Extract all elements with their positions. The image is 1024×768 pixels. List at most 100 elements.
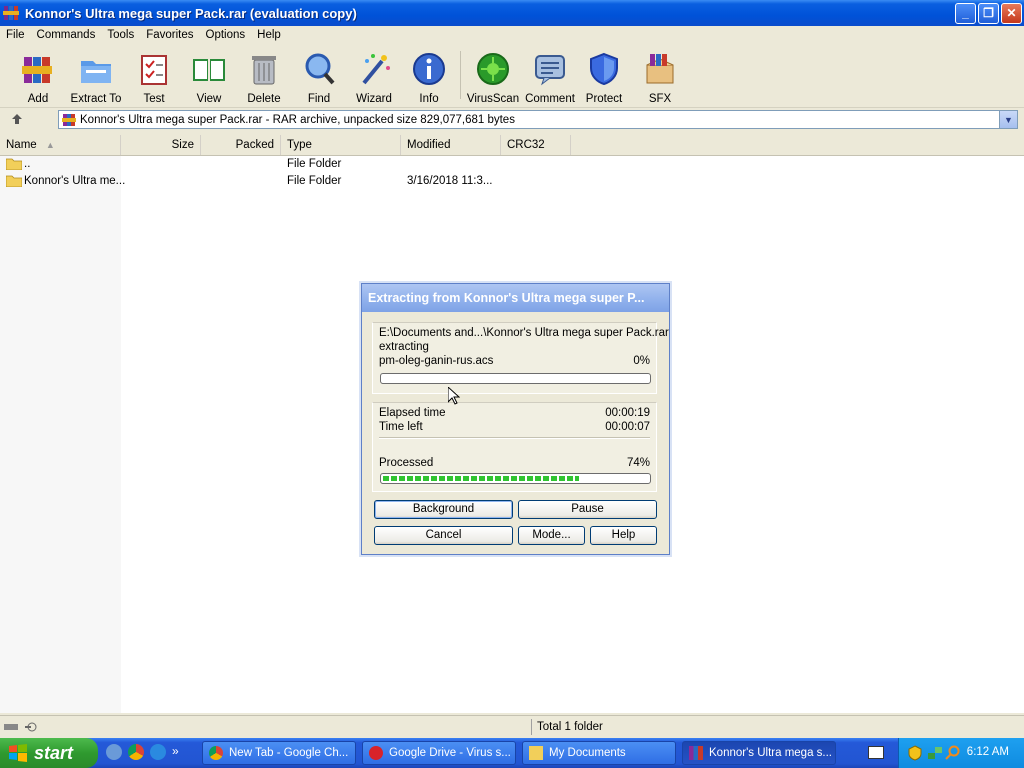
extract-to-button[interactable]: Extract To xyxy=(67,49,125,105)
delete-button[interactable]: Delete xyxy=(235,49,293,105)
chevron-down-icon: ▼ xyxy=(1004,114,1013,125)
elapsed-label: Elapsed time xyxy=(379,407,446,419)
find-button[interactable]: Find xyxy=(290,49,348,105)
delete-label: Delete xyxy=(247,93,281,105)
window-title: Konnor's Ultra mega super Pack.rar (eval… xyxy=(25,5,357,21)
path-dropdown-button[interactable]: ▼ xyxy=(999,111,1017,128)
show-desktop-icon[interactable] xyxy=(106,744,122,760)
minimize-button[interactable]: _ xyxy=(955,2,976,24)
shield-icon xyxy=(590,52,618,86)
cancel-button[interactable]: Cancel xyxy=(374,526,513,545)
column-header-row: Name ▲ Size Packed Type Modified CRC32 xyxy=(0,135,1024,156)
file-percent: 0% xyxy=(633,355,650,367)
book-view-icon xyxy=(193,59,225,81)
background-button[interactable]: Background xyxy=(374,500,513,519)
start-label: start xyxy=(34,742,74,763)
file-row[interactable]: .. File Folder xyxy=(0,156,600,173)
test-button[interactable]: Test xyxy=(125,49,183,105)
menu-options[interactable]: Options xyxy=(200,29,252,41)
virusscan-button[interactable]: VirusScan xyxy=(464,49,522,105)
menu-file[interactable]: File xyxy=(0,29,31,41)
keyboard-icon[interactable] xyxy=(868,746,884,759)
virusscan-label: VirusScan xyxy=(466,93,520,105)
security-shield-icon[interactable] xyxy=(907,745,923,761)
column-packed[interactable]: Packed xyxy=(201,135,281,155)
up-one-level-button[interactable] xyxy=(10,112,34,130)
sfx-button[interactable]: SFX xyxy=(631,49,689,105)
network-icon[interactable] xyxy=(927,745,943,761)
add-label: Add xyxy=(27,93,49,105)
archive-path-text: Konnor's Ultra mega super Pack.rar - RAR… xyxy=(80,113,515,126)
address-bar: Konnor's Ultra mega super Pack.rar - RAR… xyxy=(0,108,1024,133)
help-button[interactable]: Help xyxy=(590,526,657,545)
start-button[interactable]: start xyxy=(0,738,98,768)
current-file-line: pm-oleg-ganin-rus.acs 0% xyxy=(379,355,650,367)
task-opera[interactable]: Google Drive - Virus s... xyxy=(362,741,516,765)
column-crc32[interactable]: CRC32 xyxy=(501,135,571,155)
column-name[interactable]: Name ▲ xyxy=(0,135,121,155)
sort-ascending-icon: ▲ xyxy=(45,140,55,150)
clock: 6:12 AM xyxy=(966,746,1009,758)
column-type[interactable]: Type xyxy=(281,135,401,155)
add-button[interactable]: Add xyxy=(9,49,67,105)
protect-label: Protect xyxy=(585,93,623,105)
sfx-box-icon xyxy=(646,54,674,84)
file-row[interactable]: Konnor's Ultra me... File Folder 3/16/20… xyxy=(0,173,600,190)
mode-button[interactable]: Mode... xyxy=(518,526,585,545)
elapsed-value: 00:00:19 xyxy=(605,407,650,419)
maximize-button[interactable]: ❐ xyxy=(978,2,999,24)
wizard-button[interactable]: Wizard xyxy=(345,49,403,105)
time-left-line: Time left 00:00:07 xyxy=(379,421,650,433)
file-modified: 3/16/2018 11:3... xyxy=(407,175,493,187)
rar-archive-icon xyxy=(62,113,76,126)
task-label: New Tab - Google Ch... xyxy=(229,747,349,759)
archive-path-combobox[interactable]: Konnor's Ultra mega super Pack.rar - RAR… xyxy=(58,110,1018,129)
menu-tools[interactable]: Tools xyxy=(101,29,140,41)
task-my-documents[interactable]: My Documents xyxy=(522,741,676,765)
window-title-bar: Konnor's Ultra mega super Pack.rar (eval… xyxy=(0,0,1024,26)
task-label: Konnor's Ultra mega s... xyxy=(709,747,832,759)
protect-button[interactable]: Protect xyxy=(575,49,633,105)
file-type: File Folder xyxy=(287,158,342,170)
column-size[interactable]: Size xyxy=(121,135,201,155)
file-type: File Folder xyxy=(287,175,342,187)
pause-button[interactable]: Pause xyxy=(518,500,657,519)
time-left-value: 00:00:07 xyxy=(605,421,650,433)
panel-separator xyxy=(379,437,650,439)
trash-can-icon xyxy=(252,56,276,85)
windows-flag-icon xyxy=(9,744,27,762)
processed-progress-fill xyxy=(383,476,579,481)
chrome-icon[interactable] xyxy=(128,744,144,760)
status-text: Total 1 folder xyxy=(537,721,603,733)
file-progress-panel: E:\Documents and...\Konnor's Ultra mega … xyxy=(372,322,669,394)
menu-help[interactable]: Help xyxy=(251,29,287,41)
taskbar: start » New Tab - Google Ch... Google Dr… xyxy=(0,738,1024,768)
sfx-label: SFX xyxy=(648,93,672,105)
view-button[interactable]: View xyxy=(180,49,238,105)
internet-explorer-icon[interactable] xyxy=(150,744,166,760)
winrar-app-icon xyxy=(3,6,19,20)
magic-wand-icon xyxy=(362,54,390,85)
menu-favorites[interactable]: Favorites xyxy=(140,29,199,41)
virus-scan-icon xyxy=(477,53,509,85)
chrome-icon xyxy=(209,746,223,760)
view-label: View xyxy=(196,93,222,105)
elapsed-line: Elapsed time 00:00:19 xyxy=(379,407,650,419)
archive-path: E:\Documents and...\Konnor's Ultra mega … xyxy=(379,327,669,339)
quick-launch-chevron-icon[interactable]: » xyxy=(172,744,179,760)
extract-to-label: Extract To xyxy=(70,93,122,105)
search-tray-icon[interactable] xyxy=(945,745,961,761)
task-winrar[interactable]: Konnor's Ultra mega s... xyxy=(682,741,836,765)
quick-launch: » xyxy=(106,744,179,760)
status-divider xyxy=(531,719,532,735)
info-button[interactable]: Info xyxy=(400,49,458,105)
close-button[interactable]: ✕ xyxy=(1001,2,1022,24)
menu-commands[interactable]: Commands xyxy=(31,29,102,41)
task-chrome[interactable]: New Tab - Google Ch... xyxy=(202,741,356,765)
column-modified[interactable]: Modified xyxy=(401,135,501,155)
add-archive-icon xyxy=(22,57,52,83)
processed-percent: 74% xyxy=(626,457,650,469)
toolbar: Add Extract To Test View Delete Find Wiz… xyxy=(0,45,1024,108)
comment-button[interactable]: Comment xyxy=(521,49,579,105)
file-progress-bar xyxy=(380,373,651,384)
